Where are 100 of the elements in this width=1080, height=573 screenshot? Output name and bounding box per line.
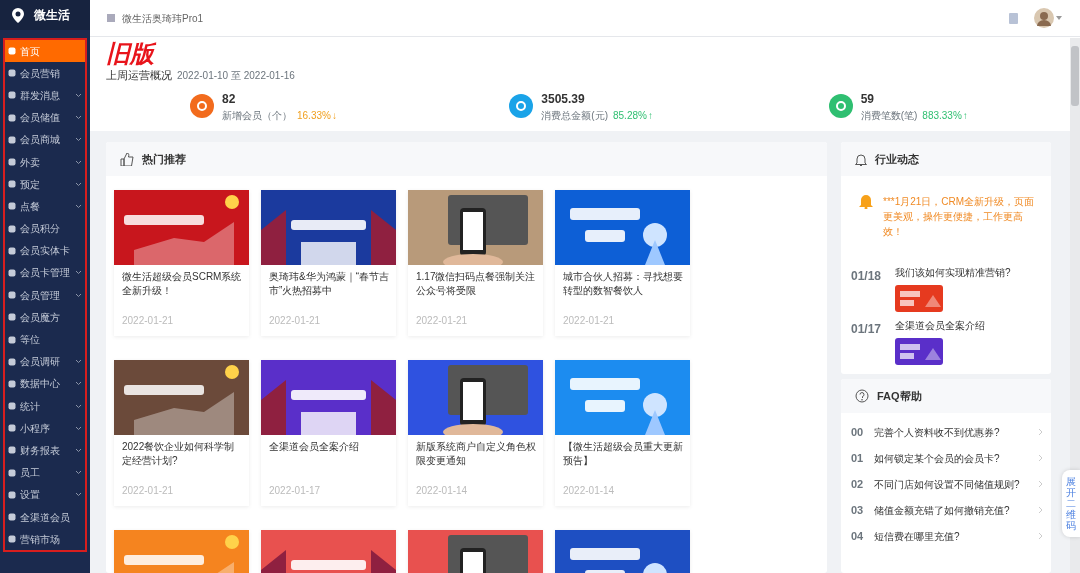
faq-item[interactable]: 04 短信费在哪里充值? (841, 523, 1051, 549)
news-date: 01/18 (851, 268, 883, 285)
document-icon (1008, 12, 1018, 24)
chevron-right-icon (1038, 454, 1043, 462)
sidebar-item[interactable]: 会员卡管理 (5, 261, 85, 285)
article-card[interactable]: 城市合伙人招募：寻找想要转型的数智餐饮人 2022-01-21 (555, 190, 690, 336)
square-icon (8, 158, 16, 167)
stat-change: 16.33% (297, 108, 331, 123)
article-date: 2022-01-21 (268, 314, 322, 328)
faq-item[interactable]: 02 不同门店如何设置不同储值规则? (841, 471, 1051, 497)
article-title: 【微生活超级会员重大更新预告】 (562, 440, 684, 468)
article-card[interactable]: 新版系统商户自定义角色权限变更通知 2022-01-14 (408, 360, 543, 506)
help-icon (855, 389, 869, 403)
article-date: 2022-01-21 (415, 314, 469, 328)
sidebar-item[interactable]: 会员调研 (5, 350, 85, 373)
notice-text: ***1月21日，CRM全新升级，页面更美观，操作更便捷，工作更高效！ (883, 195, 1036, 239)
sidebar-item[interactable]: 财务报表 (5, 439, 85, 462)
sidebar-item[interactable]: 全渠道会员 (5, 505, 85, 529)
article-card[interactable]: 1.17微信扫码点餐强制关注公众号将受限 2022-01-21 (408, 190, 543, 336)
sidebar-item[interactable]: 会员商城 (5, 128, 85, 151)
square-icon (8, 535, 16, 544)
article-card[interactable]: 奥琦玮&华为鸿蒙｜“春节吉市”火热招募中 2022-01-21 (261, 190, 396, 336)
avatar-icon (1033, 8, 1054, 28)
article-date: 2022-01-17 (268, 484, 322, 498)
article-title: 新版系统商户自定义角色权限变更通知 (415, 440, 537, 468)
article-date: 2022-01-21 (121, 314, 175, 328)
square-icon (8, 357, 16, 366)
sidebar-item[interactable]: 群发消息 (5, 84, 85, 107)
stat-value: 82 (222, 90, 237, 108)
chevron-right-icon (1038, 506, 1043, 514)
article-date: 2022-01-14 (415, 484, 469, 498)
square-icon (8, 335, 16, 344)
article-card[interactable]: 全渠道会员全案介绍 2022-01-17 (261, 360, 396, 506)
news-date: 01/17 (851, 321, 883, 338)
chevron-right-icon (1038, 532, 1043, 540)
square-icon (8, 135, 16, 144)
square-icon (8, 69, 16, 78)
article-title: 全渠道会员全案介绍 (268, 440, 360, 454)
square-icon (8, 424, 16, 433)
sidebar-item[interactable]: 设置 (5, 483, 85, 506)
sidebar-item[interactable]: 营销市场 (5, 528, 85, 551)
sidebar-item[interactable]: 点餐 (5, 195, 85, 218)
chevron-right-icon (1038, 428, 1043, 436)
trend-arrow: ↑ (647, 108, 653, 123)
article-date: 2022-01-14 (562, 484, 616, 498)
sidebar-item[interactable]: 数据中心 (5, 372, 85, 395)
location-pin-icon (12, 7, 24, 23)
caret-down-icon (1056, 16, 1062, 20)
sidebar-item[interactable]: 员工 (5, 461, 85, 484)
square-icon (8, 468, 16, 477)
article-date: 2022-01-21 (562, 314, 616, 328)
stat-label: 消费总金额(元) (541, 108, 608, 123)
article-card[interactable]: 微生活超级会员SCRM系统全新升级！ 2022-01-21 (114, 190, 249, 336)
trend-arrow: ↓ (331, 108, 337, 123)
brand-name: 微生活 (34, 7, 70, 24)
sidebar-item[interactable]: 会员储值 (5, 106, 85, 129)
square-icon (8, 379, 16, 388)
store-icon (106, 13, 116, 23)
bell-icon (855, 152, 867, 166)
square-icon (8, 202, 16, 211)
sidebar-item[interactable]: 会员管理 (5, 284, 85, 307)
square-icon (8, 224, 16, 233)
stat-value: 3505.39 (541, 90, 586, 108)
faq-item[interactable]: 01 如何锁定某个会员的会员卡? (841, 445, 1051, 471)
square-icon (8, 47, 16, 56)
panel-title: FAQ帮助 (877, 388, 922, 404)
article-title: 1.17微信扫码点餐强制关注公众号将受限 (415, 270, 537, 298)
square-icon (8, 180, 16, 189)
trend-arrow: ↑ (962, 108, 968, 123)
article-title: 城市合伙人招募：寻找想要转型的数智餐饮人 (562, 270, 684, 298)
stat-label: 新增会员（个） (222, 108, 292, 123)
square-icon (8, 291, 16, 300)
sidebar-item[interactable]: 会员积分 (5, 217, 85, 240)
faq-item[interactable]: 00 完善个人资料收不到优惠券? (841, 419, 1051, 445)
panel-title: 行业动态 (875, 151, 919, 167)
sidebar-item[interactable]: 小程序 (5, 417, 85, 440)
square-icon (8, 490, 16, 499)
qr-code-tab[interactable]: 展开二维码 (1062, 470, 1080, 537)
news-title[interactable]: 我们该如何实现精准营销? (895, 265, 1011, 280)
sidebar-item[interactable]: 预定 (5, 173, 85, 196)
sidebar-item[interactable]: 会员魔方 (5, 306, 85, 329)
stat-change: 85.28% (613, 108, 647, 123)
panel-title: 热门推荐 (142, 151, 186, 167)
chevron-right-icon (1038, 480, 1043, 488)
article-title: 奥琦玮&华为鸿蒙｜“春节吉市”火热招募中 (268, 270, 390, 298)
stat-label: 消费笔数(笔) (860, 108, 918, 123)
article-card[interactable]: 2022餐饮企业如何科学制定经营计划? 2022-01-21 (114, 360, 249, 506)
sidebar-item[interactable]: 外卖 (5, 150, 85, 174)
section-title: 上周运营概况 (106, 68, 172, 83)
faq-item[interactable]: 03 储值金额充错了如何撤销充值? (841, 497, 1051, 523)
news-title[interactable]: 全渠道会员全案介绍 (895, 318, 985, 333)
sidebar-item[interactable]: 会员营销 (5, 62, 85, 85)
store-name: 微生活奥琦玮Pro1 (122, 11, 204, 26)
sidebar-item[interactable]: 会员实体卡 (5, 239, 85, 262)
square-icon (8, 313, 16, 322)
square-icon (8, 446, 16, 455)
article-title: 2022餐饮企业如何科学制定经营计划? (121, 440, 236, 468)
article-card[interactable]: 【微生活超级会员重大更新预告】 2022-01-14 (555, 360, 690, 506)
sidebar-item[interactable]: 等位 (5, 328, 85, 351)
sidebar-item[interactable]: 统计 (5, 395, 85, 418)
